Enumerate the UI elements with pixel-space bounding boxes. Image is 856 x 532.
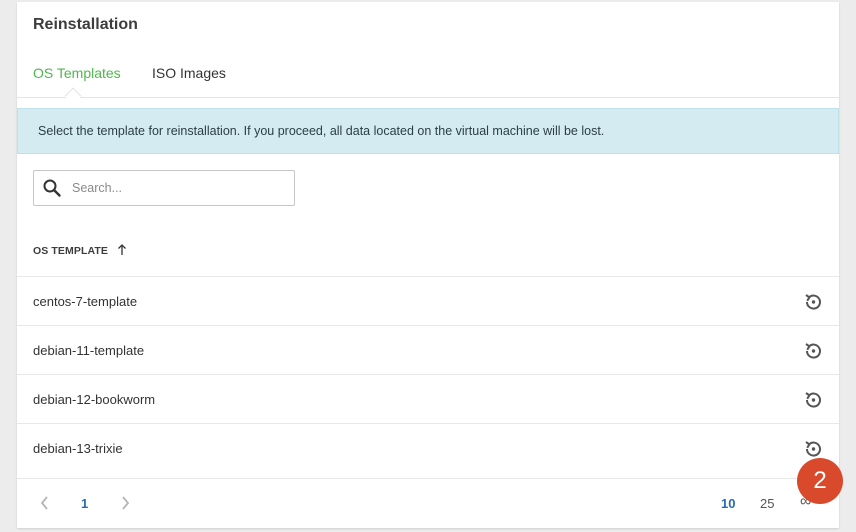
card-title: Reinstallation xyxy=(33,16,138,33)
os-template-name: debian-13-trixie xyxy=(33,441,123,456)
sort-ascending-icon xyxy=(118,244,126,255)
reinstall-icon xyxy=(805,392,821,408)
per-page-25[interactable]: 25 xyxy=(760,496,774,511)
column-header-label: OS TEMPLATE xyxy=(33,245,108,257)
reinstall-icon xyxy=(805,441,821,457)
tab-iso-images[interactable]: ISO Images xyxy=(152,65,226,81)
page-number-current[interactable]: 1 xyxy=(81,496,88,511)
search-icon xyxy=(43,179,61,197)
next-page-button[interactable] xyxy=(119,495,131,514)
reinstall-icon xyxy=(805,343,821,359)
chevron-right-icon xyxy=(122,496,130,510)
reinstall-button[interactable] xyxy=(802,389,824,416)
os-template-name: centos-7-template xyxy=(33,294,138,309)
os-template-name: debian-12-bookworm xyxy=(33,392,156,407)
column-header-os-template[interactable]: OS TEMPLATE xyxy=(33,244,126,257)
table-row[interactable]: debian-12-bookworm xyxy=(17,374,839,423)
tab-bar: OS Templates ISO Images xyxy=(17,60,839,105)
info-alert: Select the template for reinstallation. … xyxy=(17,108,839,154)
os-template-list: centos-7-template debian-11-template deb… xyxy=(17,276,839,472)
pagination: 1 10 25 ∞ xyxy=(17,478,839,528)
step-badge: 2 xyxy=(797,458,843,504)
table-row[interactable]: debian-13-trixie xyxy=(17,423,839,472)
search-box xyxy=(33,170,295,206)
alert-text: Select the template for reinstallation. … xyxy=(38,124,605,138)
chevron-left-icon xyxy=(40,496,48,510)
reinstall-button[interactable] xyxy=(802,340,824,367)
active-tab-caret xyxy=(64,87,82,105)
reinstallation-card: Reinstallation OS Templates ISO Images S… xyxy=(17,2,839,528)
tab-os-templates[interactable]: OS Templates xyxy=(33,65,121,81)
table-row[interactable]: centos-7-template xyxy=(17,276,839,325)
per-page-10[interactable]: 10 xyxy=(721,496,735,511)
os-template-name: debian-11-template xyxy=(33,343,145,358)
reinstall-button[interactable] xyxy=(802,291,824,318)
prev-page-button[interactable] xyxy=(39,495,51,514)
search-input[interactable] xyxy=(72,179,282,197)
reinstall-icon xyxy=(805,294,821,310)
table-row[interactable]: debian-11-template xyxy=(17,325,839,374)
